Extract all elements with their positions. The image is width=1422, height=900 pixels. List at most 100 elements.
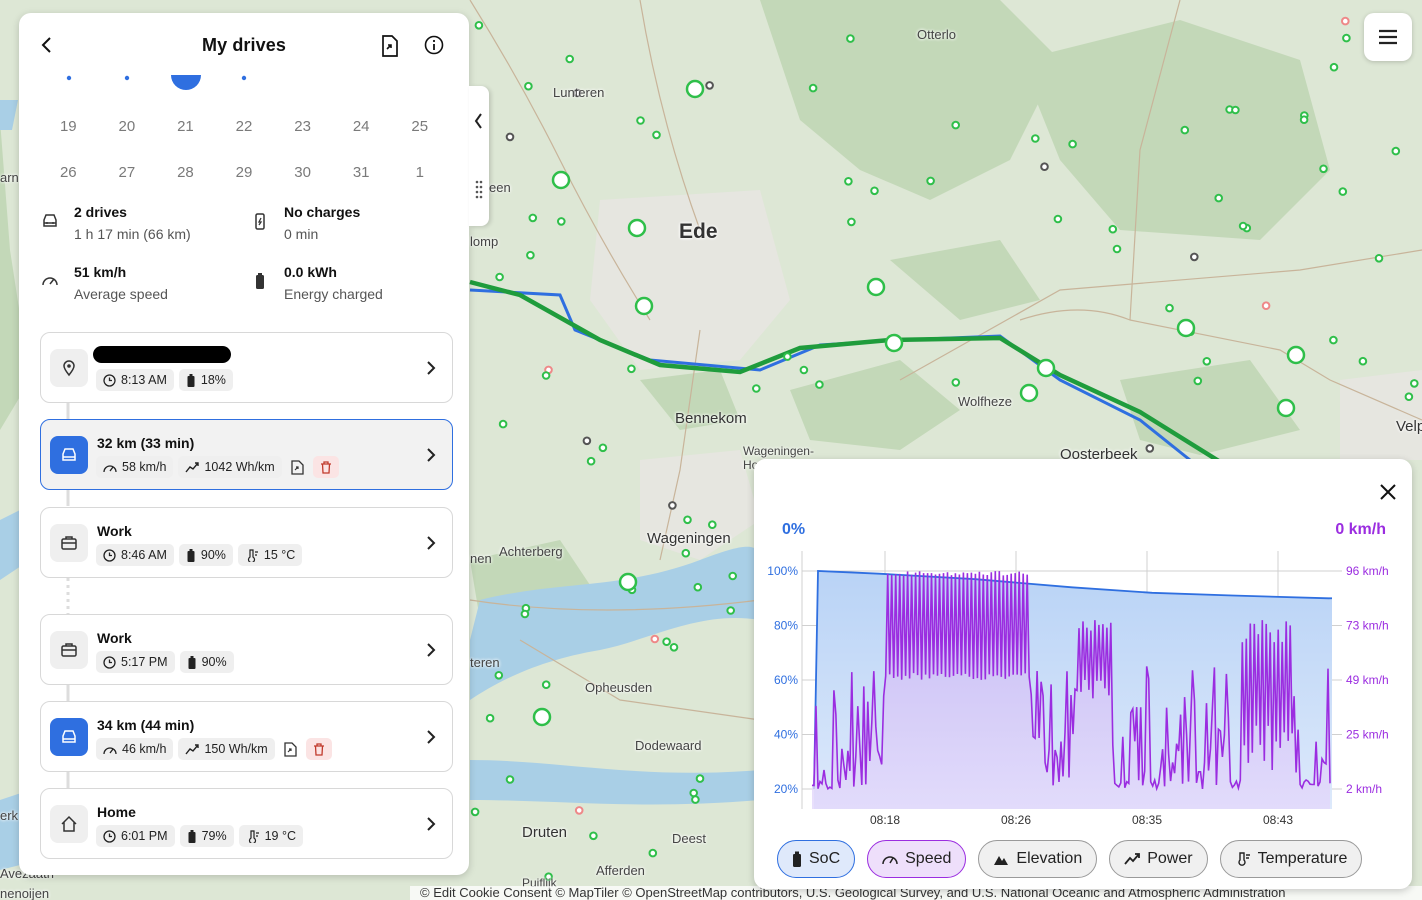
charger-marker[interactable]: [495, 272, 504, 282]
charger-marker[interactable]: [541, 371, 551, 380]
charger-marker[interactable]: [1341, 16, 1350, 26]
charger-marker[interactable]: [1031, 134, 1040, 143]
charger-marker[interactable]: [1053, 214, 1063, 224]
charger-marker[interactable]: [1329, 335, 1338, 345]
charger-marker[interactable]: [1068, 139, 1077, 149]
charger-marker[interactable]: [474, 21, 484, 30]
charging-station-icon[interactable]: [884, 333, 904, 353]
calendar-day[interactable]: 1: [390, 164, 449, 181]
charger-marker[interactable]: [526, 250, 535, 260]
charger-marker[interactable]: [1193, 376, 1203, 386]
place-card-work-2[interactable]: Work 5:17 PM 90%: [40, 614, 453, 685]
panel-collapse-handle[interactable]: [469, 86, 489, 226]
calendar-day[interactable]: 31: [332, 164, 391, 181]
charger-marker[interactable]: [1261, 301, 1271, 311]
charger-marker[interactable]: [708, 520, 717, 530]
delete-icon[interactable]: [305, 738, 332, 760]
charger-marker[interactable]: [1391, 146, 1401, 156]
export-file-icon[interactable]: [287, 456, 308, 478]
charger-marker[interactable]: [520, 609, 530, 619]
calendar-day[interactable]: 19: [39, 118, 98, 135]
charger-marker[interactable]: [541, 680, 551, 690]
charger-marker[interactable]: [1202, 357, 1212, 366]
charging-station-icon[interactable]: [551, 170, 571, 190]
charger-marker[interactable]: [728, 571, 738, 581]
speed-soc-chart[interactable]: 100% 96 km/h 80% 73 km/h 60% 49 km/h 40% 25 km/…: [754, 539, 1412, 839]
charging-station-icon[interactable]: [618, 572, 638, 592]
charger-marker[interactable]: [1410, 379, 1419, 388]
charger-marker[interactable]: [470, 807, 480, 817]
charger-marker[interactable]: [1329, 62, 1339, 72]
charger-marker[interactable]: [1040, 162, 1049, 171]
calendar-day[interactable]: 28: [156, 164, 215, 181]
charger-marker[interactable]: [494, 671, 504, 680]
charger-marker[interactable]: [847, 217, 856, 227]
chevron-left-icon[interactable]: [37, 35, 57, 55]
charger-marker[interactable]: [1112, 244, 1122, 254]
charger-marker[interactable]: [565, 54, 575, 64]
charging-station-icon[interactable]: [1036, 358, 1056, 378]
charger-marker[interactable]: [662, 637, 671, 647]
charger-marker[interactable]: [1108, 224, 1118, 234]
charger-marker[interactable]: [693, 582, 703, 592]
charging-station-icon[interactable]: [866, 277, 886, 297]
info-icon[interactable]: [424, 35, 444, 55]
calendar-day[interactable]: 27: [98, 164, 157, 181]
calendar-day[interactable]: 20: [98, 118, 157, 135]
charger-marker[interactable]: [668, 501, 677, 510]
charger-marker[interactable]: [1214, 193, 1223, 203]
drag-handle-icon[interactable]: [475, 180, 483, 199]
charger-marker[interactable]: [683, 515, 692, 525]
charging-station-icon[interactable]: [685, 79, 705, 99]
drive-card-2[interactable]: 34 km (44 min) 46 km/h 150 Wh/km: [40, 701, 453, 772]
charger-marker[interactable]: [485, 713, 495, 723]
calendar-day[interactable]: 23: [273, 118, 332, 135]
calendar-day[interactable]: 21: [156, 118, 215, 135]
charger-marker[interactable]: [1145, 444, 1155, 453]
calendar-day[interactable]: 26: [39, 164, 98, 181]
charger-marker[interactable]: [648, 848, 658, 858]
charger-marker[interactable]: [799, 365, 809, 375]
charger-marker[interactable]: [524, 81, 533, 91]
charger-marker[interactable]: [1190, 252, 1199, 262]
chevron-left-icon[interactable]: [474, 113, 482, 129]
charger-marker[interactable]: [1231, 105, 1240, 115]
calendar-day[interactable]: 25: [390, 118, 449, 135]
charger-marker[interactable]: [726, 606, 736, 615]
charger-marker[interactable]: [691, 795, 700, 804]
charging-station-icon[interactable]: [1176, 318, 1196, 338]
charger-marker[interactable]: [1338, 187, 1348, 196]
charger-marker[interactable]: [951, 120, 961, 130]
close-icon[interactable]: [1379, 483, 1397, 501]
charger-marker[interactable]: [557, 217, 566, 226]
charger-marker[interactable]: [844, 177, 853, 186]
charger-marker[interactable]: [1165, 303, 1174, 313]
charger-marker[interactable]: [598, 443, 608, 453]
charger-marker[interactable]: [1238, 221, 1248, 231]
charging-station-icon[interactable]: [1276, 398, 1296, 418]
tab-speed[interactable]: Speed: [867, 840, 967, 878]
charging-station-icon[interactable]: [1019, 383, 1039, 403]
charger-marker[interactable]: [1342, 33, 1351, 43]
charger-marker[interactable]: [808, 83, 818, 93]
charger-marker[interactable]: [1180, 125, 1190, 135]
charger-marker[interactable]: [586, 456, 596, 466]
calendar-day[interactable]: 29: [215, 164, 274, 181]
charger-marker[interactable]: [695, 774, 705, 783]
charger-marker[interactable]: [589, 831, 598, 841]
drive-card-1[interactable]: 32 km (33 min) 58 km/h 1042 Wh/km: [40, 419, 453, 490]
charger-marker[interactable]: [951, 378, 961, 387]
charger-marker[interactable]: [528, 213, 538, 223]
charger-marker[interactable]: [815, 380, 824, 389]
delete-icon[interactable]: [312, 456, 339, 478]
export-file-icon[interactable]: [380, 35, 400, 57]
tab-temperature[interactable]: Temperature: [1219, 840, 1363, 878]
place-card-work-1[interactable]: Work 8:46 AM 90% 15 °C: [40, 507, 453, 578]
charger-marker[interactable]: [1404, 392, 1414, 402]
place-card-home[interactable]: Home 6:01 PM 79% 19 °C: [40, 788, 453, 859]
charger-marker[interactable]: [752, 384, 761, 393]
charger-marker[interactable]: [505, 132, 515, 142]
charging-station-icon[interactable]: [627, 218, 647, 238]
tab-soc[interactable]: SoC: [777, 840, 856, 878]
charging-station-icon[interactable]: [634, 296, 654, 316]
